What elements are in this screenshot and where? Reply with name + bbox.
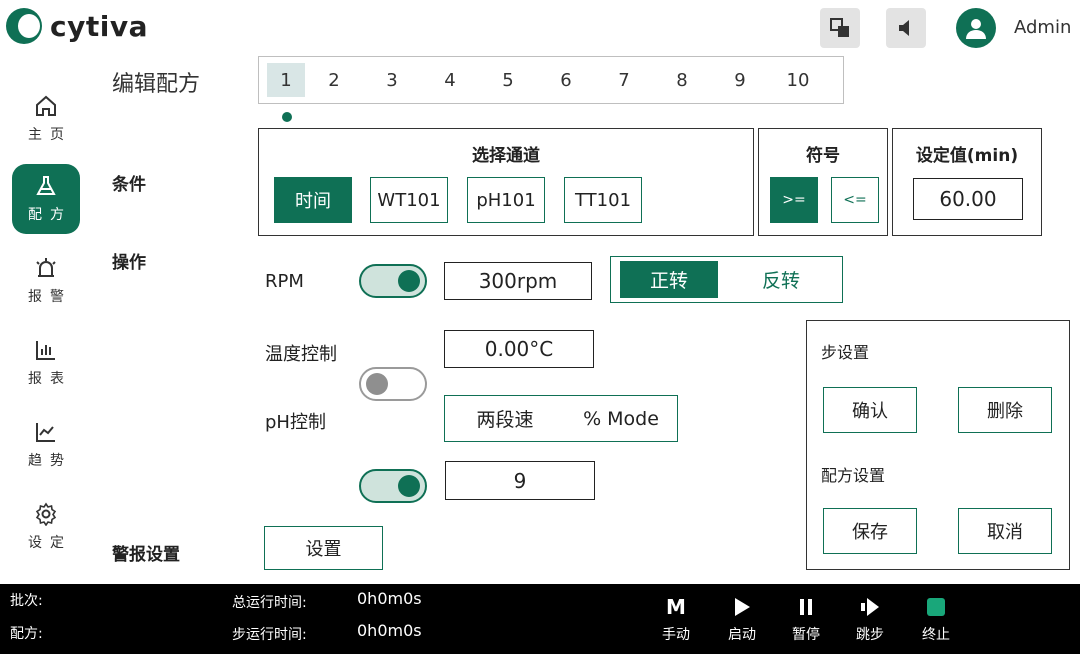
setpoint-title: 设定值(min) xyxy=(915,146,1019,166)
status-bar: 批次: 配方: 总运行时间: 0h0m0s 步运行时间: 0h0m0s M 手动… xyxy=(0,584,1080,654)
forward-button[interactable]: 正转 xyxy=(620,261,718,298)
cancel-button[interactable]: 取消 xyxy=(958,508,1052,554)
rpm-input[interactable]: 300rpm xyxy=(444,262,592,300)
operation-label: 操作 xyxy=(112,253,146,273)
trend-icon xyxy=(36,423,55,442)
ph-toggle[interactable] xyxy=(359,469,427,503)
setpoint-input[interactable]: 60.00 xyxy=(913,178,1023,220)
pause-button[interactable]: 暂停 xyxy=(782,596,830,644)
skip-step-button[interactable]: 跳步 xyxy=(846,596,894,644)
sidebar-item-label: 配方 xyxy=(28,207,72,223)
skip-icon xyxy=(861,598,879,616)
tab-step-5[interactable]: 5 xyxy=(479,63,537,97)
delete-button[interactable]: 删除 xyxy=(958,387,1052,433)
tab-step-7[interactable]: 7 xyxy=(595,63,653,97)
manual-button[interactable]: M 手动 xyxy=(652,595,700,644)
sidebar-item-report[interactable]: 报表 xyxy=(12,328,80,398)
start-button[interactable]: 启动 xyxy=(718,596,766,644)
tab-step-3[interactable]: 3 xyxy=(363,63,421,97)
user-avatar[interactable] xyxy=(956,8,996,48)
tab-step-10[interactable]: 10 xyxy=(769,63,827,97)
ph-mode-percent[interactable]: % Mode xyxy=(566,400,676,437)
tab-step-8[interactable]: 8 xyxy=(653,63,711,97)
alarm-settings-label: 警报设置 xyxy=(112,545,180,565)
skip-label: 跳步 xyxy=(856,627,884,643)
sound-icon xyxy=(899,20,909,36)
step-tabs: 1 2 3 4 5 6 7 8 9 10 xyxy=(258,56,844,104)
channel-time-button[interactable]: 时间 xyxy=(274,177,352,223)
translate-button[interactable] xyxy=(820,8,860,48)
confirm-button[interactable]: 确认 xyxy=(823,387,917,433)
symbol-gte-button[interactable]: >= xyxy=(770,177,818,223)
alarm-icon xyxy=(36,258,56,277)
sidebar-item-label: 报表 xyxy=(28,371,72,387)
channel-ph101-button[interactable]: pH101 xyxy=(467,177,545,223)
symbol-title: 符号 xyxy=(806,146,840,166)
channel-title: 选择通道 xyxy=(472,146,540,166)
step-time-value: 0h0m0s xyxy=(357,621,422,640)
manual-icon: M xyxy=(666,595,686,619)
ph-mode-two-speed[interactable]: 两段速 xyxy=(450,400,560,437)
tab-step-9[interactable]: 9 xyxy=(711,63,769,97)
sidebar-item-recipe[interactable]: 配方 xyxy=(12,164,80,234)
tab-step-4[interactable]: 4 xyxy=(421,63,479,97)
toggle-knob xyxy=(398,475,420,497)
sidebar-item-trend[interactable]: 趋势 xyxy=(12,410,80,480)
logo: cytiva xyxy=(6,8,148,44)
sidebar-item-label: 趋势 xyxy=(28,453,72,469)
start-label: 启动 xyxy=(728,627,756,643)
tab-step-6[interactable]: 6 xyxy=(537,63,595,97)
sound-button[interactable] xyxy=(886,8,926,48)
step-settings-title: 步设置 xyxy=(821,343,870,362)
reverse-button[interactable]: 反转 xyxy=(726,261,836,298)
toggle-knob xyxy=(398,270,420,292)
alarm-settings-button[interactable]: 设置 xyxy=(264,526,383,570)
home-icon xyxy=(36,95,56,116)
toggle-knob xyxy=(366,373,388,395)
user-name: Admin xyxy=(1014,17,1072,38)
condition-label: 条件 xyxy=(112,175,146,195)
rpm-toggle[interactable] xyxy=(359,264,427,298)
rpm-label: RPM xyxy=(265,271,304,292)
symbol-lte-button[interactable]: <= xyxy=(831,177,879,223)
flask-icon xyxy=(36,176,56,195)
batch-label: 批次: xyxy=(10,593,43,609)
temp-toggle[interactable] xyxy=(359,367,427,401)
step-time-label: 步运行时间: xyxy=(232,627,307,643)
user-icon xyxy=(966,19,986,39)
stop-icon xyxy=(927,598,945,616)
logo-mark xyxy=(6,8,42,44)
sidebar-item-alarm[interactable]: 报警 xyxy=(12,246,80,316)
sidebar-item-label: 设定 xyxy=(28,535,72,551)
ph-control-label: pH控制 xyxy=(265,412,326,433)
save-button[interactable]: 保存 xyxy=(823,508,917,554)
active-step-indicator xyxy=(282,112,292,122)
temp-input[interactable]: 0.00°C xyxy=(444,330,594,368)
sidebar-item-home[interactable]: 主页 xyxy=(12,84,80,154)
gear-icon xyxy=(35,502,57,526)
pause-label: 暂停 xyxy=(792,627,820,643)
manual-label: 手动 xyxy=(662,627,690,643)
channel-wt101-button[interactable]: WT101 xyxy=(370,177,448,223)
report-icon xyxy=(36,341,55,360)
translate-icon xyxy=(830,18,849,37)
brand-name: cytiva xyxy=(50,9,148,43)
play-icon xyxy=(735,598,750,616)
sidebar-item-label: 报警 xyxy=(28,289,72,305)
page-title: 编辑配方 xyxy=(112,72,201,97)
recipe-settings-title: 配方设置 xyxy=(821,466,886,485)
stop-button[interactable]: 终止 xyxy=(912,596,960,644)
ph-input[interactable]: 9 xyxy=(445,461,595,500)
channel-tt101-button[interactable]: TT101 xyxy=(564,177,642,223)
recipe-label: 配方: xyxy=(10,626,43,642)
tab-step-2[interactable]: 2 xyxy=(305,63,363,97)
stop-label: 终止 xyxy=(922,627,950,643)
total-time-value: 0h0m0s xyxy=(357,589,422,608)
total-time-label: 总运行时间: xyxy=(232,595,307,611)
tab-step-1[interactable]: 1 xyxy=(267,63,305,97)
sidebar-item-settings[interactable]: 设定 xyxy=(12,492,80,562)
pause-icon xyxy=(800,599,812,615)
sidebar-item-label: 主页 xyxy=(28,127,72,143)
temp-control-label: 温度控制 xyxy=(265,344,337,365)
